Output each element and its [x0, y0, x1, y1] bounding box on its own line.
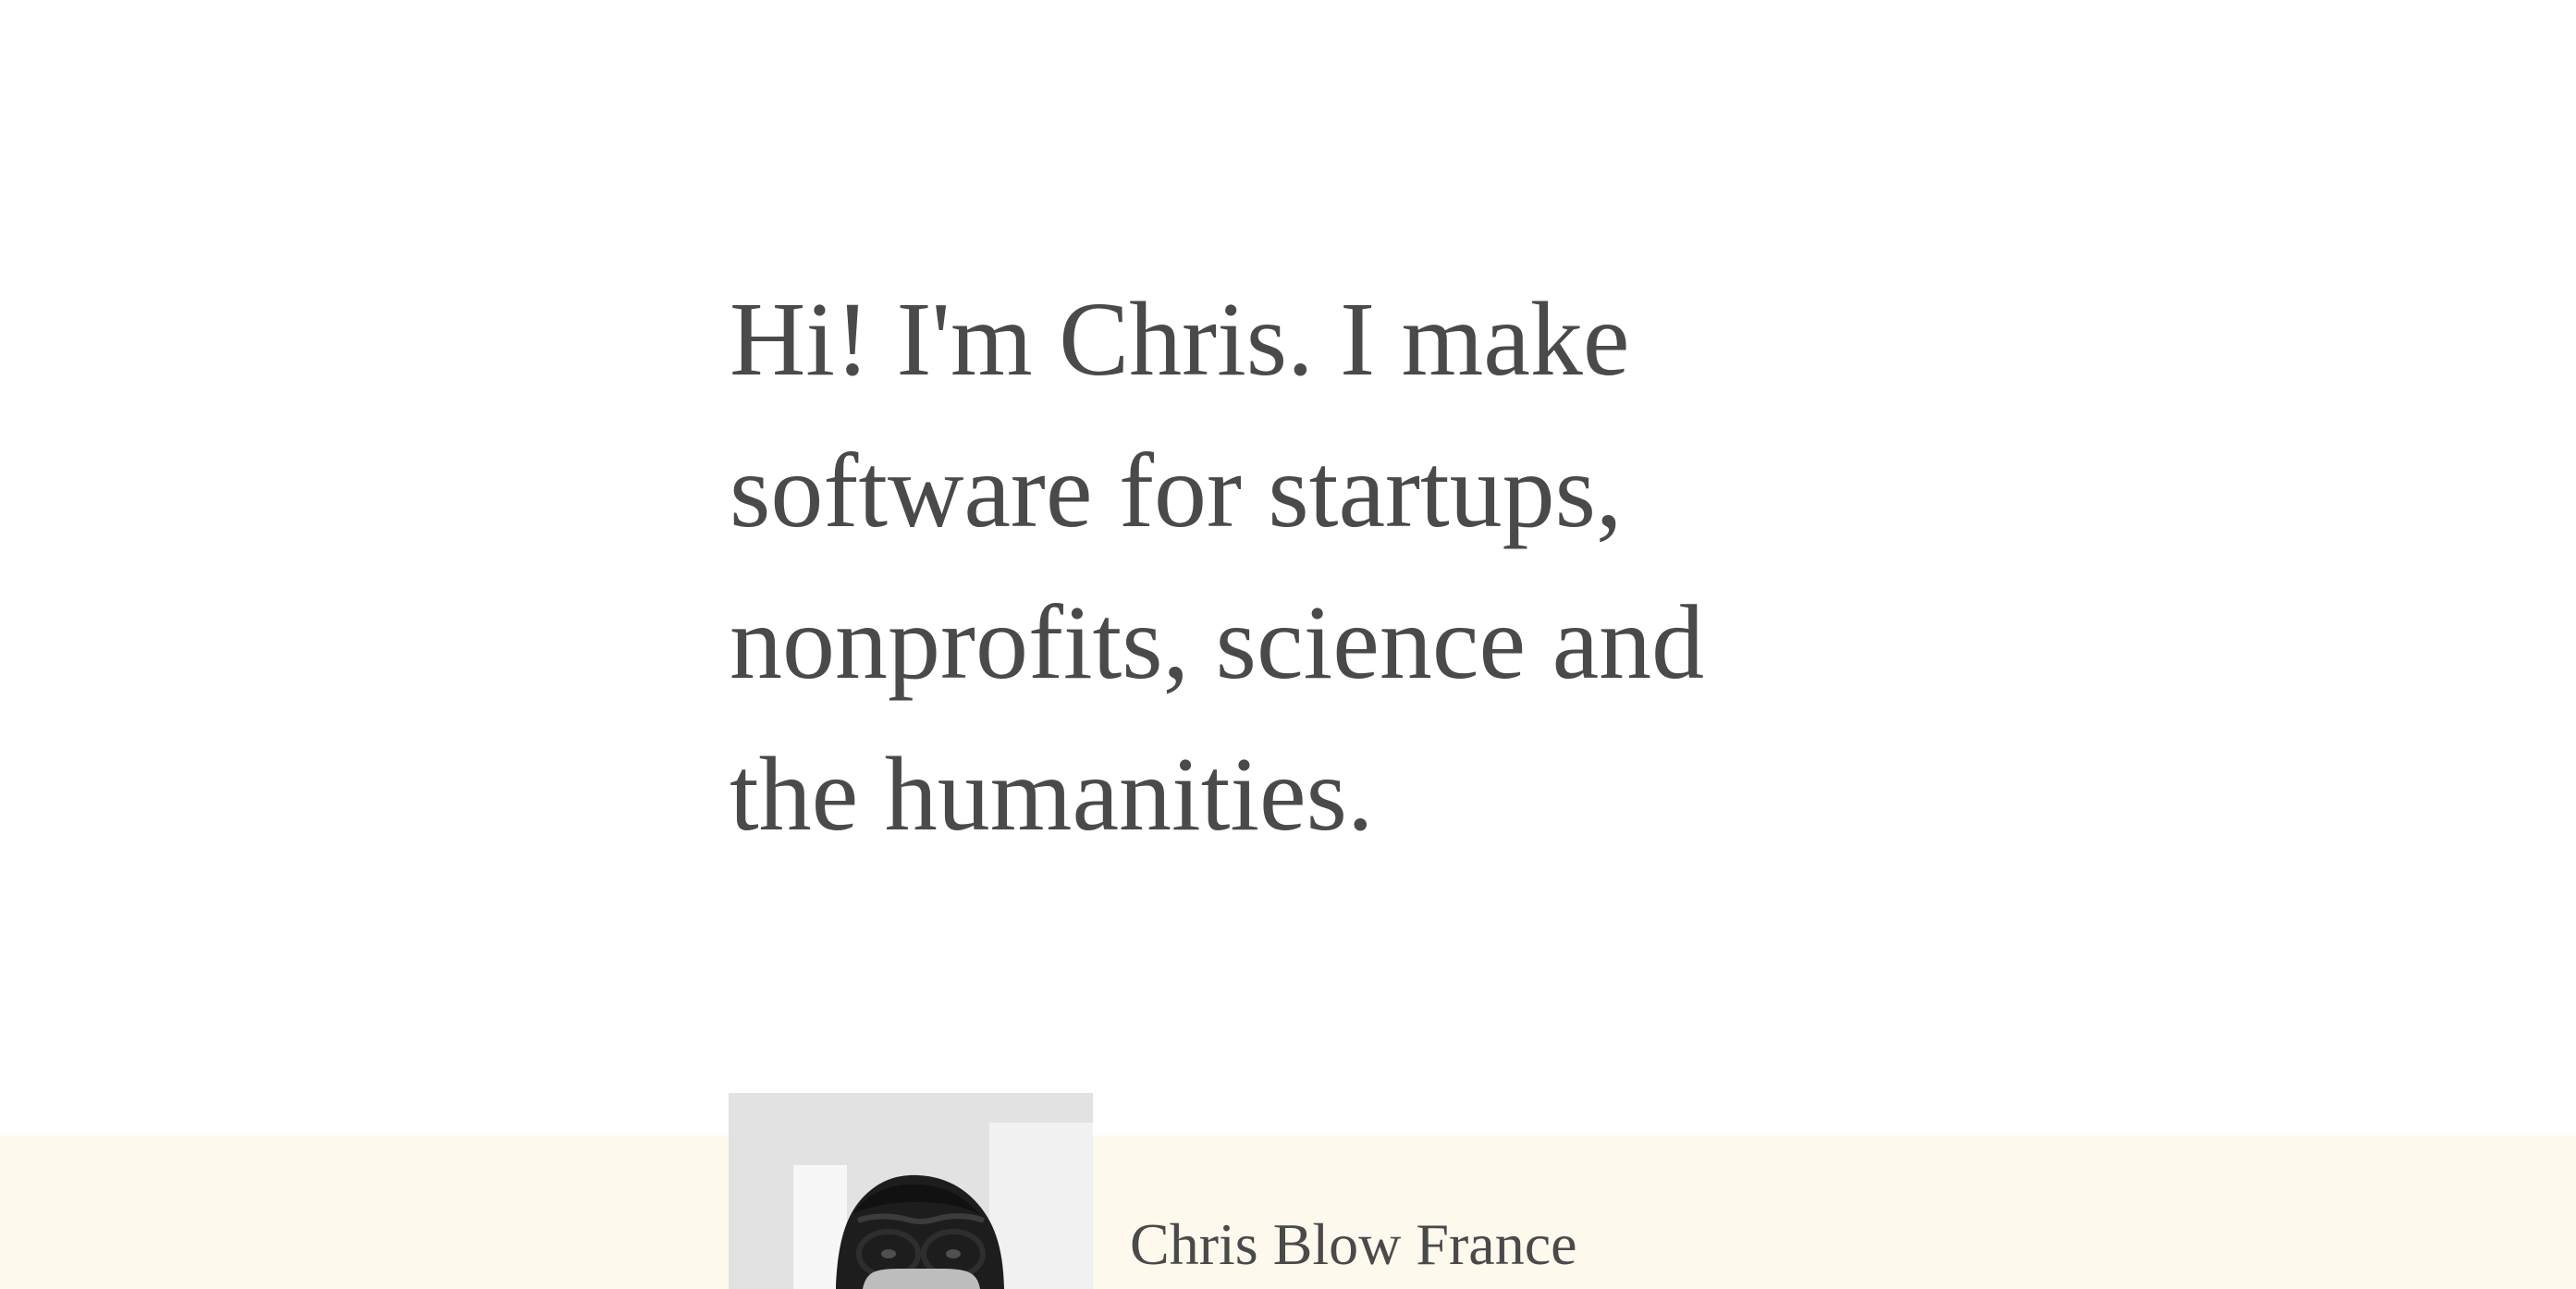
hero-section: Hi! I'm Chris. I make software for start…	[730, 264, 1839, 870]
portrait-photo-icon	[729, 1093, 1093, 1289]
profile-name: Chris Blow France	[1130, 1211, 1577, 1277]
profile-photo	[729, 1093, 1093, 1289]
hero-headline: Hi! I'm Chris. I make software for start…	[730, 280, 1705, 853]
